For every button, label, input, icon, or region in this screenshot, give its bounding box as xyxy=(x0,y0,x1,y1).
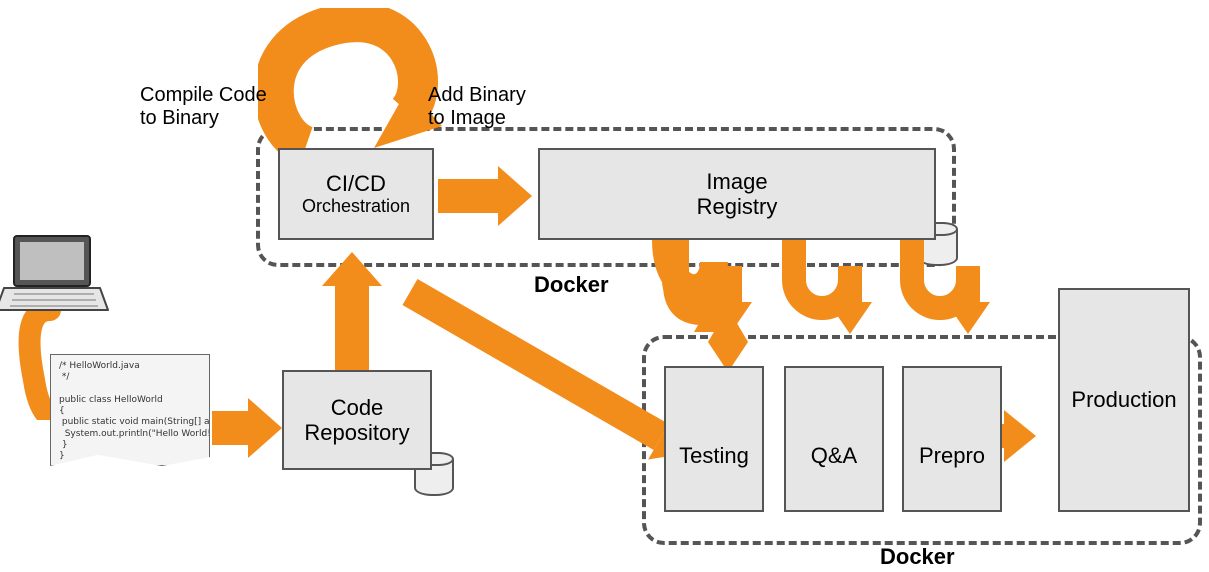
arrow-repo-to-cicd xyxy=(322,252,382,372)
code-repo-title: Code xyxy=(331,395,384,420)
node-code-repository: Code Repository xyxy=(282,370,432,470)
arrow-code-to-repo xyxy=(212,398,282,458)
docker-top-label: Docker xyxy=(534,272,609,298)
registry-title: Image xyxy=(706,169,767,194)
label-compile-code: Compile Code to Binary xyxy=(140,84,267,130)
node-production: Production xyxy=(1058,288,1190,512)
label-add-binary: Add Binary to Image xyxy=(428,84,526,130)
cicd-title: CI/CD xyxy=(326,171,386,196)
docker-bottom-label: Docker xyxy=(880,544,955,570)
node-image-registry: Image Registry xyxy=(538,148,936,240)
testing-title: Testing xyxy=(679,443,749,468)
production-title: Production xyxy=(1071,387,1176,412)
cicd-subtitle: Orchestration xyxy=(302,196,410,217)
laptop-icon xyxy=(0,230,110,320)
arrow-cicd-to-registry xyxy=(438,166,532,226)
pipeline-arrow-shaft-end xyxy=(1002,424,1012,448)
registry-subtitle: Registry xyxy=(697,194,778,219)
diagram-canvas: Docker Docker /* HelloWorld.java */ publ… xyxy=(0,0,1209,572)
node-cicd: CI/CD Orchestration xyxy=(278,148,434,240)
qa-title: Q&A xyxy=(811,443,857,468)
node-qa: Q&A xyxy=(784,366,884,512)
prepro-title: Prepro xyxy=(919,443,985,468)
node-prepro: Prepro xyxy=(902,366,1002,512)
code-snippet-sheet: /* HelloWorld.java */ public class Hello… xyxy=(50,354,210,466)
code-repo-subtitle: Repository xyxy=(304,420,409,445)
node-testing: Testing xyxy=(664,366,764,512)
